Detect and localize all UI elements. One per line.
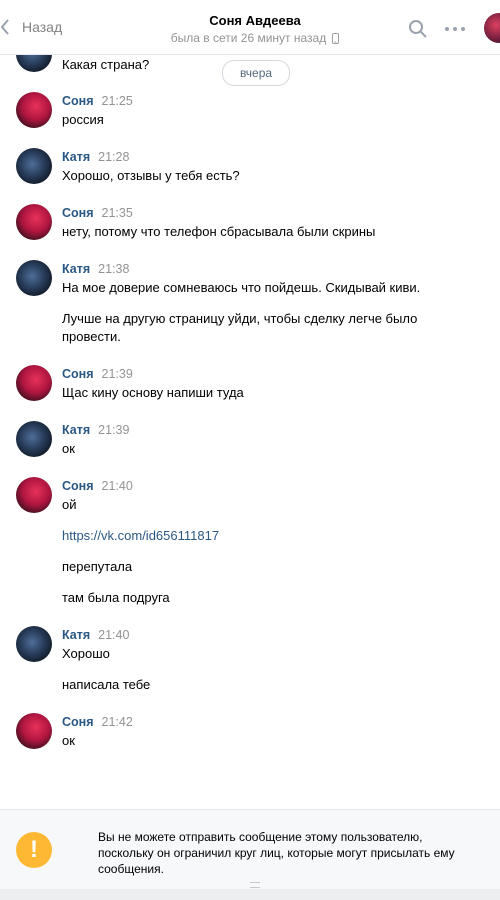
avatar[interactable] <box>16 260 52 296</box>
author-name[interactable]: Соня <box>62 715 94 729</box>
message-text: там была подруга <box>62 590 170 605</box>
message-time[interactable]: 21:28 <box>98 150 129 164</box>
message-history[interactable]: Какая страна? вчера Соня 21:25 россия Кат… <box>0 54 500 809</box>
message-time[interactable]: 21:25 <box>102 94 133 108</box>
author-name[interactable]: Соня <box>62 479 94 493</box>
message-text: нету, потому что телефон сбрасывала были… <box>62 224 376 239</box>
warning-icon: ! <box>16 832 52 868</box>
author-name[interactable]: Катя <box>62 262 90 276</box>
avatar[interactable] <box>16 54 52 72</box>
avatar[interactable] <box>16 477 52 513</box>
message-text: На мое доверие сомневаюсь что пойдешь. С… <box>62 280 421 295</box>
avatar[interactable] <box>16 148 52 184</box>
message-text: Лучше на другую страницу уйди, чтобы сде… <box>62 311 418 326</box>
profile-link[interactable]: https://vk.com/id656111817 <box>62 528 219 543</box>
message-time[interactable]: 21:40 <box>98 628 129 642</box>
message-time[interactable]: 21:38 <box>98 262 129 276</box>
search-icon[interactable] <box>408 19 428 39</box>
message-meta: Соня 21:40 <box>62 479 133 493</box>
avatar[interactable] <box>16 713 52 749</box>
chevron-left-icon <box>0 19 9 35</box>
author-name[interactable]: Катя <box>62 150 90 164</box>
message-meta: Катя 21:38 <box>62 262 129 276</box>
last-seen-status: была в сети 26 минут назад <box>130 31 380 45</box>
message-meta: Катя 21:39 <box>62 423 129 437</box>
message-meta: Соня 21:42 <box>62 715 133 729</box>
message-text: перепутала <box>62 559 133 574</box>
message-text: ок <box>62 733 75 748</box>
back-button[interactable]: Назад <box>0 0 62 54</box>
message-text: Какая страна? <box>62 57 150 72</box>
message-text: провести. <box>62 329 121 344</box>
message-time[interactable]: 21:40 <box>102 479 133 493</box>
avatar[interactable] <box>16 365 52 401</box>
message-text: написала тебе <box>62 677 151 692</box>
resize-handle[interactable] <box>250 882 260 888</box>
page-title: Соня Авдеева <box>209 13 301 28</box>
message-time[interactable]: 21:42 <box>102 715 133 729</box>
message-meta: Соня 21:35 <box>62 206 133 220</box>
back-label: Назад <box>22 19 63 35</box>
message-text: россия <box>62 112 104 127</box>
message-text: Хорошо <box>62 646 110 661</box>
message-meta: Соня 21:25 <box>62 94 133 108</box>
message-meta: Катя 21:28 <box>62 150 129 164</box>
author-name[interactable]: Соня <box>62 206 94 220</box>
author-name[interactable]: Катя <box>62 628 90 642</box>
message-time[interactable]: 21:35 <box>102 206 133 220</box>
more-options-icon[interactable] <box>443 22 467 36</box>
message-time[interactable]: 21:39 <box>98 423 129 437</box>
author-name[interactable]: Соня <box>62 367 94 381</box>
message-time[interactable]: 21:39 <box>102 367 133 381</box>
chat-header: Назад Соня Авдеева была в сети 26 минут … <box>0 0 500 55</box>
avatar[interactable] <box>16 626 52 662</box>
bottom-bar <box>0 889 500 900</box>
compose-blocked-notice: ! Вы не можете отправить сообщение этому… <box>0 809 500 890</box>
warning-text: Вы не можете отправить сообщение этому п… <box>98 830 455 876</box>
author-name[interactable]: Катя <box>62 423 90 437</box>
message-text: Щас кину основу напиши туда <box>62 385 244 400</box>
last-seen-text: была в сети 26 минут назад <box>170 31 327 45</box>
chat-avatar[interactable] <box>484 13 500 43</box>
mobile-phone-icon <box>332 32 340 44</box>
message-text: ой <box>62 497 77 512</box>
avatar[interactable] <box>16 421 52 457</box>
message-meta: Соня 21:39 <box>62 367 133 381</box>
avatar[interactable] <box>16 92 52 128</box>
chat-title-block[interactable]: Соня Авдеева была в сети 26 минут назад <box>130 13 380 45</box>
message-meta: Катя 21:40 <box>62 628 129 642</box>
message-text: ок <box>62 441 75 456</box>
date-divider: вчера <box>222 60 290 86</box>
author-name[interactable]: Соня <box>62 94 94 108</box>
avatar[interactable] <box>16 204 52 240</box>
message-text: Хорошо, отзывы у тебя есть? <box>62 168 240 183</box>
